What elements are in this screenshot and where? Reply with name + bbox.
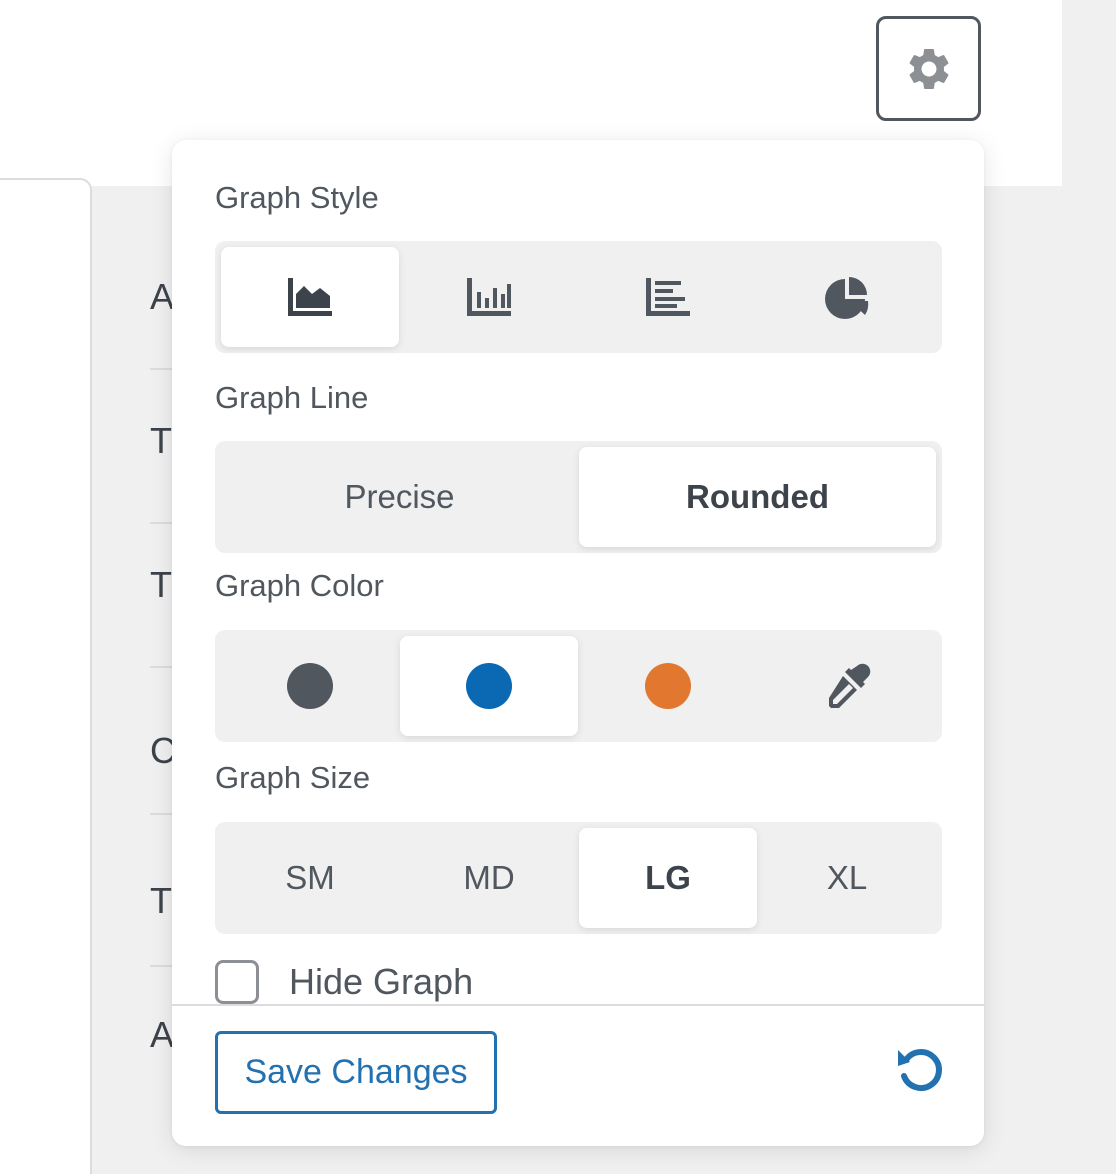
- gear-icon: [909, 48, 948, 89]
- app-screen: A T T C T A Graph Style Graph Line Preci…: [0, 0, 1116, 1174]
- graph-line-precise-label: Precise: [344, 478, 455, 515]
- background-row-letter: T: [150, 420, 172, 461]
- graph-color-custom-option[interactable]: [758, 636, 936, 736]
- graph-color-orange-option[interactable]: [579, 636, 757, 736]
- background-row-letter: T: [150, 880, 172, 921]
- graph-size-xl-option[interactable]: XL: [758, 828, 936, 928]
- graph-style-area-option[interactable]: [221, 247, 399, 347]
- graph-line-precise-option[interactable]: Precise: [221, 447, 578, 547]
- horizontal-bar-chart-icon: [646, 278, 690, 316]
- graph-style-selector: [215, 241, 942, 353]
- graph-size-lg-label: LG: [645, 859, 691, 896]
- hide-graph-row: Hide Graph: [215, 960, 473, 1004]
- graph-line-rounded-label: Rounded: [686, 478, 829, 515]
- hide-graph-checkbox[interactable]: [215, 960, 259, 1004]
- background-row-letter: T: [150, 564, 172, 605]
- graph-style-pie-option[interactable]: [758, 247, 936, 347]
- graph-style-label: Graph Style: [215, 180, 379, 215]
- graph-size-sm-option[interactable]: SM: [221, 828, 399, 928]
- background-row-letter: A: [150, 1014, 175, 1055]
- footer-divider: [172, 1004, 984, 1006]
- graph-size-md-option[interactable]: MD: [400, 828, 578, 928]
- save-changes-button[interactable]: Save Changes: [215, 1031, 497, 1114]
- background-card: [0, 178, 92, 1174]
- eyedropper-icon: [829, 663, 871, 708]
- graph-size-sm-label: SM: [285, 859, 335, 896]
- graph-color-label: Graph Color: [215, 568, 384, 603]
- pie-chart-icon: [825, 277, 869, 319]
- background-row-letter: A: [150, 276, 175, 317]
- hide-graph-label: Hide Graph: [289, 961, 474, 1002]
- graph-color-selector: [215, 630, 942, 742]
- graph-color-gray-option[interactable]: [221, 636, 399, 736]
- graph-settings-button[interactable]: [876, 16, 981, 121]
- graph-line-label: Graph Line: [215, 380, 369, 415]
- graph-style-horizontal-bar-option[interactable]: [579, 247, 757, 347]
- reset-icon: [898, 1049, 942, 1091]
- graph-color-blue-option[interactable]: [400, 636, 578, 736]
- color-swatch-gray: [287, 663, 333, 709]
- right-margin: [1062, 0, 1116, 1174]
- graph-style-bar-option[interactable]: [400, 247, 578, 347]
- graph-size-xl-label: XL: [826, 859, 868, 896]
- graph-settings-popover: Graph Style Graph Line Precise Rounded G…: [172, 140, 984, 1146]
- graph-line-rounded-option[interactable]: Rounded: [579, 447, 936, 547]
- color-swatch-blue: [466, 663, 512, 709]
- reset-button[interactable]: [890, 1040, 950, 1100]
- graph-line-selector: Precise Rounded: [215, 441, 942, 553]
- area-chart-icon: [288, 278, 332, 316]
- graph-size-selector: SM MD LG XL: [215, 822, 942, 934]
- color-swatch-orange: [645, 663, 691, 709]
- graph-size-md-label: MD: [463, 859, 515, 896]
- bar-chart-icon: [467, 278, 511, 316]
- graph-size-lg-option[interactable]: LG: [579, 828, 757, 928]
- graph-size-label: Graph Size: [215, 760, 371, 795]
